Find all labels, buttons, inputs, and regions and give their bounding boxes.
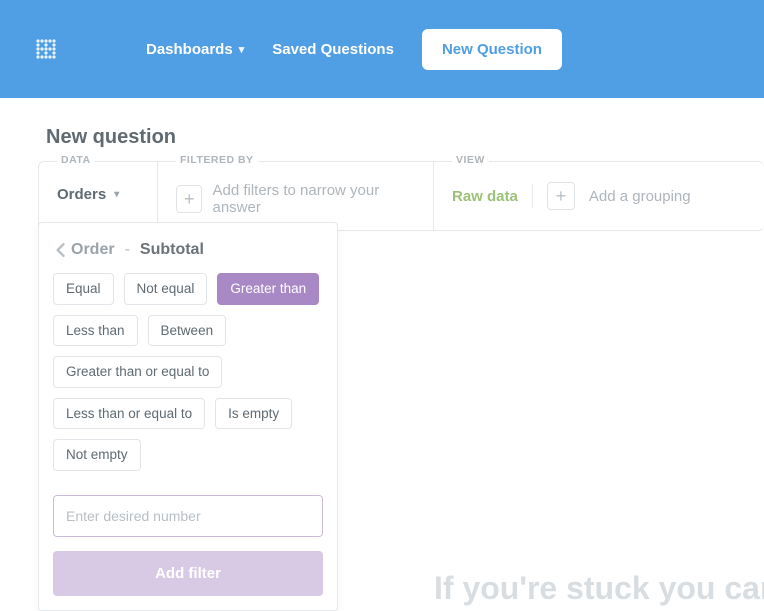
new-question-button-label: New Question (442, 41, 542, 58)
operator-chip[interactable]: Is empty (215, 398, 292, 430)
plus-icon: + (184, 190, 195, 208)
nav-saved-questions[interactable]: Saved Questions (272, 41, 394, 58)
operator-chip[interactable]: Greater than (217, 273, 319, 305)
view-section: VIEW Raw data + Add a grouping (434, 161, 764, 231)
add-filter-plus-button[interactable]: + (176, 185, 202, 213)
filter-value-input[interactable] (53, 495, 323, 537)
operator-chip[interactable]: Not empty (53, 439, 141, 471)
add-filter-button-label: Add filter (155, 565, 221, 582)
chevron-down-icon: ▾ (114, 189, 119, 200)
view-raw-data[interactable]: Raw data (452, 188, 518, 205)
popover-breadcrumb: Order - Subtotal (55, 241, 323, 259)
add-filter-button[interactable]: Add filter (53, 551, 323, 596)
chevron-left-icon (55, 243, 65, 257)
filter-section: FILTERED BY + Add filters to narrow your… (158, 161, 434, 231)
page-title: New question (46, 126, 764, 149)
filter-popover: Order - Subtotal Equal Not equal Greater t… (38, 222, 338, 611)
empty-state-headline: If you're stuck you can alw (434, 562, 764, 611)
nav-dashboards[interactable]: Dashboards ▾ (146, 41, 244, 58)
view-section-label: VIEW (452, 154, 489, 166)
breadcrumb-field: Subtotal (140, 241, 204, 259)
data-section-label: DATA (57, 154, 95, 166)
divider (532, 184, 533, 208)
data-table-value: Orders (57, 186, 106, 203)
nav-saved-questions-label: Saved Questions (272, 41, 394, 58)
breadcrumb-separator: - (125, 241, 130, 259)
breadcrumb-parent[interactable]: Order (71, 241, 115, 259)
new-question-button[interactable]: New Question (422, 29, 562, 70)
app-logo (32, 35, 60, 63)
back-button[interactable] (55, 243, 65, 257)
filter-section-label: FILTERED BY (176, 154, 258, 166)
operator-chip[interactable]: Not equal (124, 273, 208, 305)
operator-chip[interactable]: Between (148, 315, 227, 347)
app-header: Dashboards ▾ Saved Questions New Questio… (0, 0, 764, 98)
operator-list: Equal Not equal Greater than Less than Betwe… (53, 273, 323, 471)
add-grouping-plus-button[interactable]: + (547, 182, 575, 210)
operator-chip[interactable]: Equal (53, 273, 114, 305)
data-table-picker[interactable]: Orders ▾ (57, 186, 143, 203)
operator-chip[interactable]: Greater than or equal to (53, 356, 222, 388)
filter-hint: Add filters to narrow your answer (212, 182, 419, 216)
operator-chip[interactable]: Less than (53, 315, 138, 347)
grouping-hint: Add a grouping (589, 188, 691, 205)
query-builder-bar: DATA Orders ▾ FILTERED BY + Add filters … (38, 161, 764, 231)
chevron-down-icon: ▾ (239, 43, 245, 56)
plus-icon: + (556, 187, 567, 205)
operator-chip[interactable]: Less than or equal to (53, 398, 205, 430)
nav-dashboards-label: Dashboards (146, 41, 233, 58)
data-section: DATA Orders ▾ (38, 161, 158, 231)
